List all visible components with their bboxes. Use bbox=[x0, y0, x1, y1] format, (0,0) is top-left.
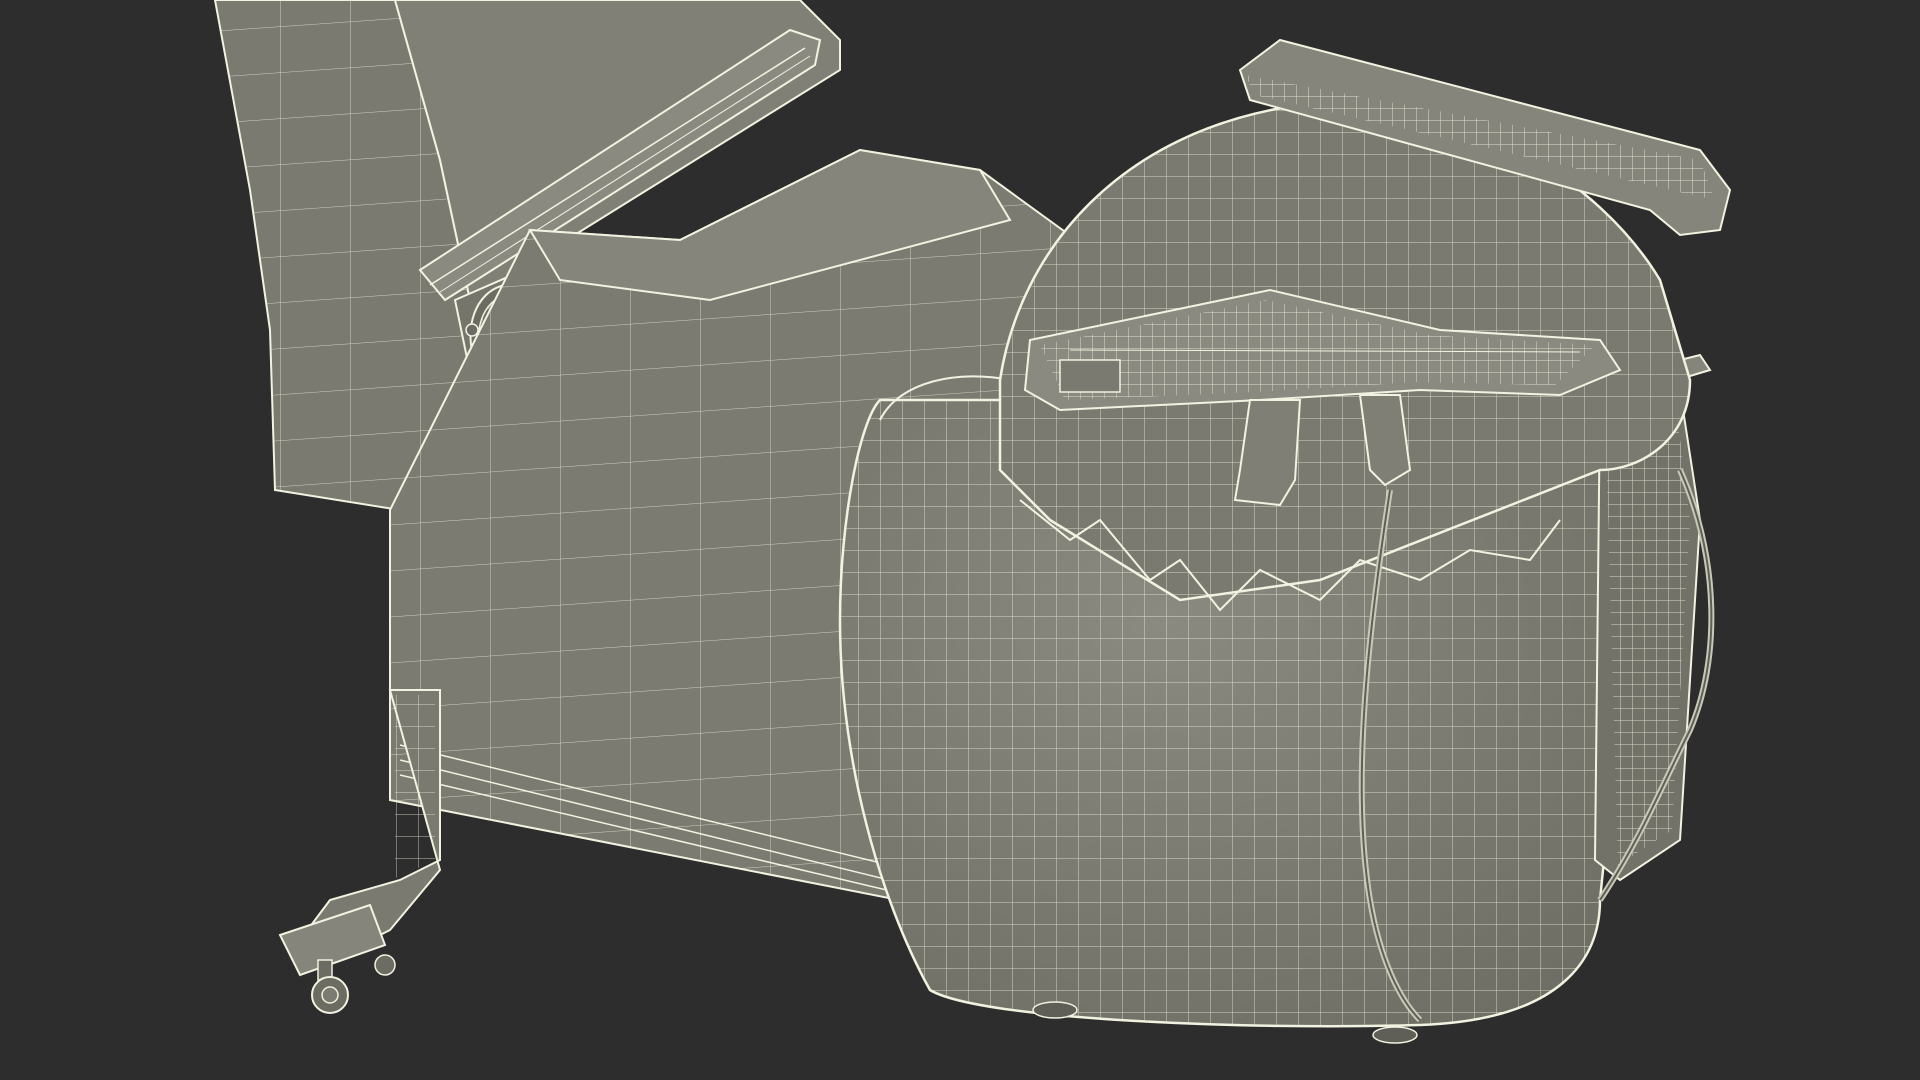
caster-wheel bbox=[311, 954, 396, 1014]
render-viewport bbox=[0, 0, 1920, 1080]
wireframe-scene bbox=[213, 0, 1732, 1044]
support-leg bbox=[278, 689, 442, 977]
